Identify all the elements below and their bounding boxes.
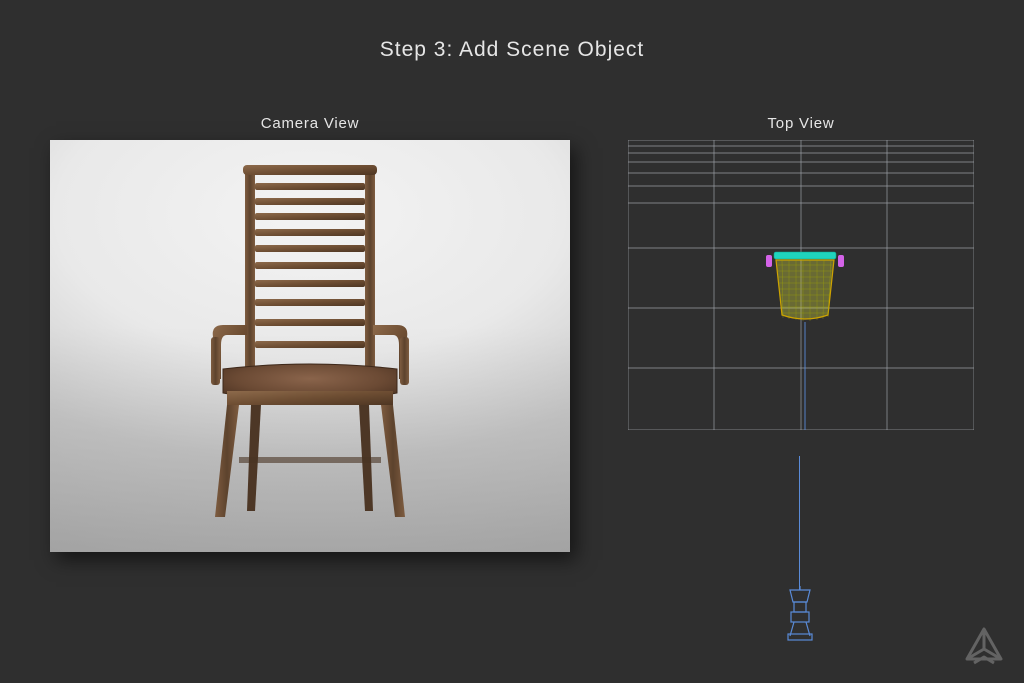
camera-view-viewport[interactable] <box>50 140 570 552</box>
scene-object-chair[interactable] <box>205 165 415 525</box>
top-view-chair-backrest <box>774 252 836 259</box>
page-title: Step 3: Add Scene Object <box>0 38 1024 62</box>
top-view-camera-gizmo[interactable] <box>785 586 815 642</box>
top-view-label: Top View <box>628 115 974 132</box>
logo-watermark <box>960 625 1008 669</box>
top-view-grid <box>628 140 974 430</box>
top-view-viewport[interactable] <box>628 140 974 430</box>
camera-ray <box>799 456 800 590</box>
camera-view-label: Camera View <box>50 115 570 132</box>
top-view-chair-seat[interactable] <box>776 260 834 321</box>
